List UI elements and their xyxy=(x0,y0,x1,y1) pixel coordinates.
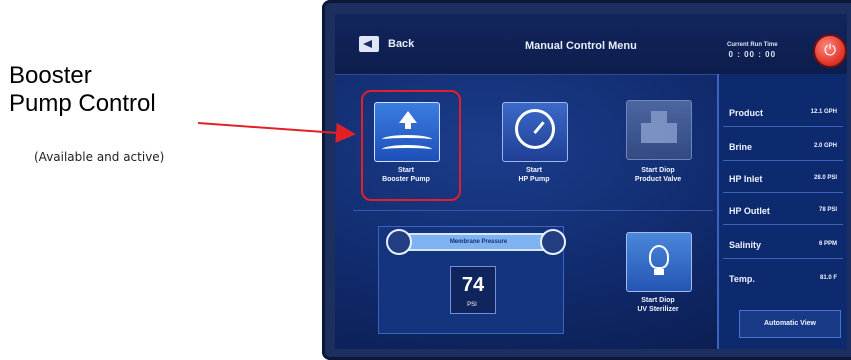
run-time-label: Current Run Time xyxy=(727,42,778,48)
reading-value: 28.0 PSI xyxy=(813,175,837,181)
uv-sterilizer-label: Start Diop UV Sterilizer xyxy=(637,297,679,313)
hp-pump-label: Start HP Pump xyxy=(518,167,550,183)
reading-salinity: Salinity 6 PPM xyxy=(729,240,841,250)
reading-product: Product 12.1 GPH xyxy=(729,108,841,118)
pressure-cap-left xyxy=(386,229,412,255)
reading-divider xyxy=(723,224,843,225)
back-arrow-icon xyxy=(359,36,379,52)
start-hp-pump-button[interactable] xyxy=(502,102,568,162)
reading-label: Product xyxy=(729,108,764,118)
bulb-base xyxy=(654,269,664,275)
callout-title-line2: Pump Control xyxy=(9,90,156,117)
page-title: Manual Control Menu xyxy=(525,40,637,52)
readings-panel: Product 12.1 GPH Brine 2.0 GPH HP Inlet … xyxy=(717,74,847,349)
product-valve-label: Start Diop Product Valve xyxy=(634,167,682,183)
power-icon: ⏻ xyxy=(824,42,836,59)
top-bar: Back Manual Control Menu Current Run Tim… xyxy=(335,14,847,75)
pressure-cap-right xyxy=(540,229,566,255)
reading-value: 81.0 F xyxy=(819,275,837,281)
reading-label: Temp. xyxy=(729,274,755,284)
reading-label: HP Inlet xyxy=(729,174,763,184)
power-button[interactable]: ⏻ xyxy=(813,34,847,68)
back-button[interactable]: Back xyxy=(359,36,414,52)
callout-title-line1: Booster xyxy=(9,62,92,89)
highlight-frame xyxy=(361,90,461,201)
back-label: Back xyxy=(388,38,415,50)
reading-hp-inlet: HP Inlet 28.0 PSI xyxy=(729,174,841,184)
reading-label: Brine xyxy=(729,142,753,152)
callout-title: Booster Pump Control xyxy=(9,62,156,118)
start-product-valve-button[interactable] xyxy=(626,100,692,160)
reading-value: 6 PPM xyxy=(818,241,837,247)
membrane-pressure-bar: Membrane Pressure xyxy=(394,233,563,251)
reading-label: HP Outlet xyxy=(729,206,770,216)
reading-hp-outlet: HP Outlet 78 PSI xyxy=(729,206,841,216)
run-time-display: Current Run Time 0 : 00 : 00 xyxy=(727,41,778,59)
start-uv-sterilizer-button[interactable] xyxy=(626,232,692,292)
reading-value: 78 PSI xyxy=(818,207,837,213)
reading-value: 12.1 GPH xyxy=(810,109,837,115)
valve-body xyxy=(641,123,677,143)
automatic-view-button[interactable]: Automatic View xyxy=(739,310,841,338)
reading-divider xyxy=(723,126,843,127)
pressure-unit: PSI xyxy=(467,302,477,308)
valve-icon xyxy=(651,111,667,123)
reading-value: 2.0 GPH xyxy=(813,143,837,149)
light-bulb-icon xyxy=(649,245,669,269)
reading-divider xyxy=(723,160,843,161)
reading-temp: Temp. 81.0 F xyxy=(729,274,841,284)
reading-divider xyxy=(723,258,843,259)
section-divider xyxy=(353,210,713,211)
reading-label: Salinity xyxy=(729,240,762,250)
callout-subtitle: (Available and active) xyxy=(34,150,165,164)
reading-brine: Brine 2.0 GPH xyxy=(729,142,841,152)
reading-divider xyxy=(723,192,843,193)
run-time-value: 0 : 00 : 00 xyxy=(728,50,777,59)
